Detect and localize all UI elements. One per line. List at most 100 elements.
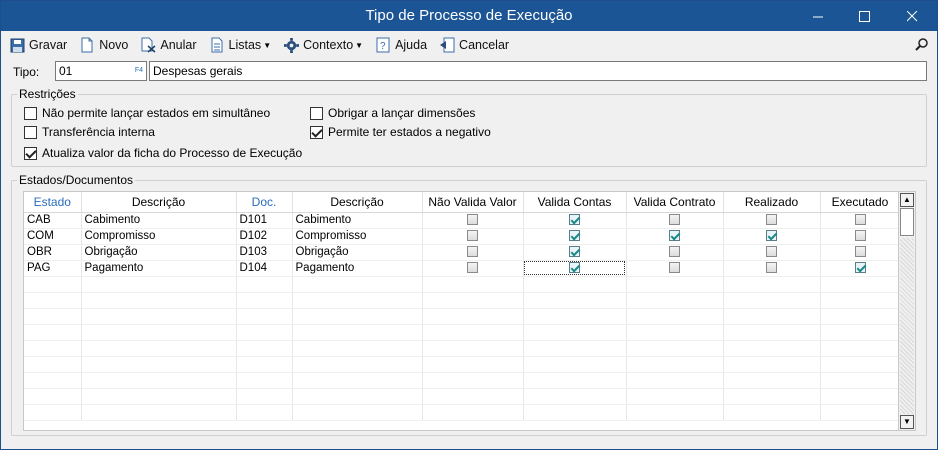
table-cell-doc-descricao[interactable] <box>292 356 423 373</box>
table-cell-flag[interactable] <box>626 404 724 421</box>
grid-checkbox[interactable] <box>766 230 777 242</box>
grid-checkbox[interactable] <box>467 246 478 258</box>
grid-checkbox[interactable] <box>766 262 777 274</box>
table-cell-flag[interactable] <box>523 228 627 245</box>
table-cell-descricao[interactable] <box>81 356 237 373</box>
lookup-icon[interactable]: F4 <box>135 62 143 80</box>
table-row[interactable]: PAG Pagamento D104 Pagamento <box>24 260 901 277</box>
table-cell-estado[interactable] <box>24 308 82 325</box>
table-cell-descricao[interactable]: Pagamento <box>81 260 237 277</box>
table-cell-flag[interactable] <box>626 260 724 277</box>
table-cell-flag[interactable] <box>820 228 901 245</box>
table-cell-doc[interactable]: D102 <box>236 228 293 245</box>
table-cell-flag[interactable] <box>626 340 724 357</box>
table-cell-flag[interactable] <box>626 308 724 325</box>
table-cell-flag[interactable] <box>820 276 901 293</box>
table-cell-flag[interactable] <box>723 324 821 341</box>
table-row[interactable] <box>24 340 901 357</box>
checkbox-box[interactable] <box>24 146 37 160</box>
table-cell-descricao[interactable] <box>81 308 237 325</box>
table-cell-flag[interactable] <box>422 228 524 245</box>
table-cell-flag[interactable] <box>723 276 821 293</box>
table-cell-descricao[interactable] <box>81 276 237 293</box>
table-cell-flag[interactable] <box>626 292 724 309</box>
grid-checkbox[interactable] <box>669 262 680 274</box>
table-cell-estado[interactable]: CAB <box>24 212 82 229</box>
table-cell-flag[interactable] <box>820 212 901 229</box>
table-cell-estado[interactable]: COM <box>24 228 82 245</box>
column-header[interactable]: Valida Contas <box>523 192 627 213</box>
table-cell-descricao[interactable] <box>81 388 237 405</box>
checkbox-box[interactable] <box>310 125 323 139</box>
table-cell-doc[interactable] <box>236 340 293 357</box>
table-cell-flag[interactable] <box>626 356 724 373</box>
table-cell-doc[interactable] <box>236 308 293 325</box>
table-row[interactable] <box>24 372 901 389</box>
column-header[interactable]: Valida Contrato <box>626 192 724 213</box>
table-row[interactable] <box>24 292 901 309</box>
checkbox-transferencia-interna[interactable]: Transferência interna <box>24 125 155 139</box>
table-cell-doc-descricao[interactable] <box>292 324 423 341</box>
scroll-up-button[interactable]: ▲ <box>900 193 914 207</box>
table-cell-flag[interactable] <box>422 244 524 261</box>
table-cell-descricao[interactable] <box>81 340 237 357</box>
checkbox-box[interactable] <box>24 125 37 139</box>
table-cell-doc-descricao[interactable] <box>292 276 423 293</box>
table-cell-flag[interactable] <box>723 356 821 373</box>
table-cell-doc-descricao[interactable]: Cabimento <box>292 212 423 229</box>
table-cell-doc-descricao[interactable] <box>292 308 423 325</box>
table-cell-flag[interactable] <box>422 356 524 373</box>
table-cell-doc-descricao[interactable] <box>292 404 423 421</box>
table-row[interactable]: OBR Obrigação D103 Obrigação <box>24 244 901 261</box>
listas-button[interactable]: Listas ▼ <box>209 34 271 56</box>
grid-checkbox[interactable] <box>569 214 580 226</box>
table-cell-doc[interactable] <box>236 372 293 389</box>
table-row[interactable] <box>24 356 901 373</box>
grid-checkbox[interactable] <box>467 262 478 274</box>
table-cell-doc-descricao[interactable]: Obrigação <box>292 244 423 261</box>
contexto-button[interactable]: Contexto ▼ <box>283 34 363 56</box>
table-cell-flag[interactable] <box>820 244 901 261</box>
grid-checkbox[interactable] <box>854 214 866 226</box>
table-cell-descricao[interactable] <box>81 372 237 389</box>
table-cell-descricao[interactable] <box>81 324 237 341</box>
table-cell-flag[interactable] <box>820 356 901 373</box>
table-cell-flag[interactable] <box>523 292 627 309</box>
grid-checkbox[interactable] <box>569 230 580 242</box>
tipo-code-input[interactable]: 01 F4 <box>55 61 147 81</box>
table-cell-flag[interactable] <box>820 404 901 421</box>
grid-checkbox[interactable] <box>669 230 680 242</box>
table-cell-flag[interactable] <box>723 404 821 421</box>
checkbox-box[interactable] <box>310 106 323 120</box>
table-cell-flag[interactable] <box>723 292 821 309</box>
table-cell-estado[interactable]: OBR <box>24 244 82 261</box>
table-cell-flag[interactable] <box>523 340 627 357</box>
table-cell-doc[interactable] <box>236 404 293 421</box>
close-button[interactable] <box>889 1 935 31</box>
table-row[interactable] <box>24 388 901 405</box>
grid-checkbox[interactable] <box>854 246 866 258</box>
gravar-button[interactable]: Gravar <box>9 34 67 56</box>
table-cell-estado[interactable] <box>24 388 82 405</box>
table-cell-doc[interactable] <box>236 324 293 341</box>
grid-checkbox[interactable] <box>467 230 478 242</box>
scroll-down-button[interactable]: ▼ <box>900 415 914 429</box>
table-cell-estado[interactable] <box>24 276 82 293</box>
table-cell-flag[interactable] <box>523 372 627 389</box>
table-cell-flag[interactable] <box>626 388 724 405</box>
table-cell-estado[interactable] <box>24 292 82 309</box>
checkbox-box[interactable] <box>24 106 37 120</box>
checkbox-estados-negativo[interactable]: Permite ter estados a negativo <box>310 125 491 139</box>
table-cell-flag[interactable] <box>422 388 524 405</box>
grid-checkbox[interactable] <box>854 262 866 274</box>
column-header[interactable]: Descrição <box>81 192 237 213</box>
vertical-scrollbar[interactable]: ▲ ▼ <box>898 191 916 431</box>
tipo-description-input[interactable]: Despesas gerais <box>149 61 927 81</box>
table-cell-doc[interactable]: D104 <box>236 260 293 277</box>
table-cell-flag[interactable] <box>820 324 901 341</box>
table-cell-estado[interactable] <box>24 324 82 341</box>
table-cell-descricao[interactable]: Obrigação <box>81 244 237 261</box>
table-cell-flag[interactable] <box>820 292 901 309</box>
table-cell-flag[interactable] <box>820 372 901 389</box>
table-cell-flag[interactable] <box>626 228 724 245</box>
